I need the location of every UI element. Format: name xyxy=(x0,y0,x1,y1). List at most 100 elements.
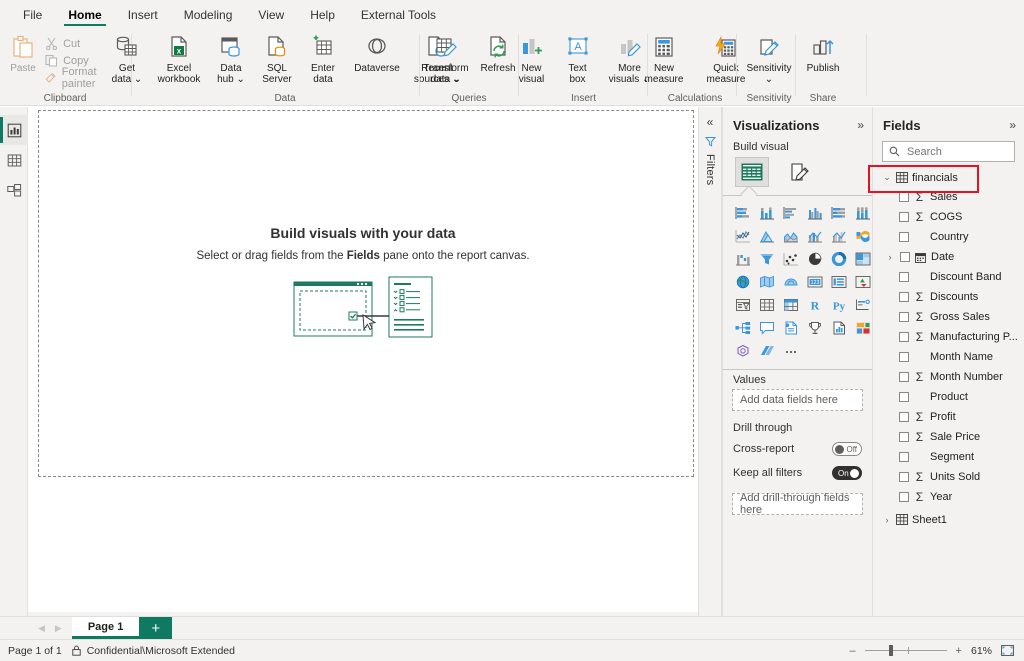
pie-chart-icon[interactable] xyxy=(803,249,826,269)
visualizations-collapse-button[interactable]: » xyxy=(857,118,864,132)
page-next-button[interactable]: ▶ xyxy=(55,623,62,634)
key-influencers-icon[interactable] xyxy=(851,295,874,315)
field-row-sales[interactable]: ΣSales xyxy=(873,187,1024,207)
arcgis-maps-icon[interactable] xyxy=(731,341,754,361)
area-chart-icon[interactable] xyxy=(755,226,778,246)
data-hub-caret-icon[interactable]: ⌄ xyxy=(237,74,245,85)
field-checkbox[interactable] xyxy=(899,432,909,442)
field-checkbox[interactable] xyxy=(899,312,909,322)
field-checkbox[interactable] xyxy=(899,232,909,242)
field-checkbox[interactable] xyxy=(899,452,909,462)
donut-chart-icon[interactable] xyxy=(827,249,850,269)
clustered-bar-chart-icon[interactable] xyxy=(779,203,802,223)
data-hub-button[interactable]: Datahub ⌄ xyxy=(208,31,254,85)
field-checkbox[interactable] xyxy=(899,472,909,482)
metrics-icon[interactable] xyxy=(803,318,826,338)
fields-search-input[interactable] xyxy=(905,145,1005,159)
decomposition-tree-icon[interactable] xyxy=(731,318,754,338)
report-page[interactable]: Build visuals with your data Select or d… xyxy=(28,107,698,612)
ribbon-tab-insert[interactable]: Insert xyxy=(115,2,171,28)
paginated-report-icon[interactable] xyxy=(827,318,850,338)
field-checkbox[interactable] xyxy=(899,192,909,202)
publish-button[interactable]: Publish xyxy=(794,31,852,74)
field-row-segment[interactable]: Segment xyxy=(873,447,1024,467)
scatter-chart-icon[interactable] xyxy=(779,249,802,269)
report-canvas-area[interactable]: Build visuals with your data Select or d… xyxy=(28,107,698,616)
ribbon-tab-view[interactable]: View xyxy=(245,2,297,28)
field-checkbox[interactable] xyxy=(899,372,909,382)
field-row-units-sold[interactable]: ΣUnits Sold xyxy=(873,467,1024,487)
zoom-in-button[interactable]: + xyxy=(956,645,962,657)
transform-data-button[interactable]: Transformdata ⌄ xyxy=(417,31,475,85)
zoom-slider-thumb[interactable] xyxy=(889,645,893,656)
q-and-a-icon[interactable] xyxy=(755,318,778,338)
line-and-stacked-column-chart-icon[interactable] xyxy=(803,226,826,246)
kpi-icon[interactable] xyxy=(851,272,874,292)
model-view-button[interactable] xyxy=(0,175,28,205)
field-row-profit[interactable]: ΣProfit xyxy=(873,407,1024,427)
matrix-icon[interactable] xyxy=(779,295,802,315)
stacked-bar-chart-icon[interactable] xyxy=(731,203,754,223)
field-checkbox[interactable] xyxy=(899,412,909,422)
chevron-right-icon[interactable]: › xyxy=(885,252,895,262)
field-checkbox[interactable] xyxy=(899,492,909,502)
field-row-sale-price[interactable]: ΣSale Price xyxy=(873,427,1024,447)
enter-data-button[interactable]: Enterdata xyxy=(300,31,346,85)
hundred-percent-stacked-column-chart-icon[interactable] xyxy=(851,203,874,223)
sql-server-button[interactable]: SQLServer xyxy=(254,31,300,85)
field-checkbox[interactable] xyxy=(899,212,909,222)
field-row-month-number[interactable]: ΣMonth Number xyxy=(873,367,1024,387)
ribbon-tab-modeling[interactable]: Modeling xyxy=(171,2,246,28)
filters-pane-collapsed[interactable]: « Filters xyxy=(698,107,722,616)
report-view-button[interactable] xyxy=(0,115,28,145)
field-row-discounts[interactable]: ΣDiscounts xyxy=(873,287,1024,307)
field-row-year[interactable]: ΣYear xyxy=(873,487,1024,507)
waterfall-chart-icon[interactable] xyxy=(731,249,754,269)
ribbon-chart-icon[interactable] xyxy=(851,226,874,246)
chevron-right-icon[interactable]: › xyxy=(882,515,892,525)
field-row-month-name[interactable]: Month Name xyxy=(873,347,1024,367)
field-checkbox[interactable] xyxy=(899,352,909,362)
hundred-percent-stacked-bar-chart-icon[interactable] xyxy=(827,203,850,223)
zoom-out-button[interactable]: – xyxy=(849,645,855,657)
page-tab-page-1[interactable]: Page 1 xyxy=(72,617,139,639)
field-checkbox[interactable] xyxy=(899,292,909,302)
zoom-slider[interactable] xyxy=(865,650,947,651)
stacked-area-chart-icon[interactable] xyxy=(779,226,802,246)
ribbon-tab-external-tools[interactable]: External Tools xyxy=(348,2,449,28)
chevron-down-icon[interactable]: ⌄ xyxy=(882,172,892,183)
field-row-cogs[interactable]: ΣCOGS xyxy=(873,207,1024,227)
multi-row-card-icon[interactable] xyxy=(827,272,850,292)
field-checkbox[interactable] xyxy=(899,332,909,342)
slicer-icon[interactable] xyxy=(731,295,754,315)
add-page-button[interactable]: + xyxy=(139,617,172,639)
table-icon[interactable] xyxy=(755,295,778,315)
excel-workbook-button[interactable]: x Excelworkbook xyxy=(150,31,208,85)
stacked-column-chart-icon[interactable] xyxy=(755,203,778,223)
new-measure-button[interactable]: Newmeasure xyxy=(633,31,695,85)
filters-expand-button[interactable]: « xyxy=(707,115,714,129)
build-visual-tab[interactable] xyxy=(735,157,769,187)
get-data-caret-icon[interactable]: ⌄ xyxy=(134,74,142,85)
transform-data-caret-icon[interactable]: ⌄ xyxy=(453,74,461,85)
fields-search-box[interactable] xyxy=(882,141,1015,162)
narrative-icon[interactable] xyxy=(779,318,802,338)
python-visual-icon[interactable]: Py xyxy=(827,295,850,315)
get-data-button[interactable]: Getdata ⌄ xyxy=(104,31,150,85)
treemap-icon[interactable] xyxy=(851,249,874,269)
field-checkbox[interactable] xyxy=(899,272,909,282)
power-apps-icon[interactable] xyxy=(851,318,874,338)
line-and-clustered-column-chart-icon[interactable] xyxy=(827,226,850,246)
r-script-visual-icon[interactable]: R xyxy=(803,295,826,315)
line-chart-icon[interactable] xyxy=(731,226,754,246)
card-icon[interactable]: 123 xyxy=(803,272,826,292)
field-checkbox[interactable] xyxy=(899,392,909,402)
field-checkbox[interactable] xyxy=(900,252,910,262)
ribbon-tab-file[interactable]: File xyxy=(10,2,55,28)
field-row-manufacturing-price[interactable]: ΣManufacturing P... xyxy=(873,327,1024,347)
fields-table-sheet1[interactable]: › Sheet1 xyxy=(873,510,1024,529)
power-automate-icon[interactable] xyxy=(755,341,778,361)
azure-map-icon[interactable] xyxy=(779,272,802,292)
values-dropzone[interactable]: Add data fields here xyxy=(732,389,863,411)
ribbon-tab-home[interactable]: Home xyxy=(55,2,114,28)
